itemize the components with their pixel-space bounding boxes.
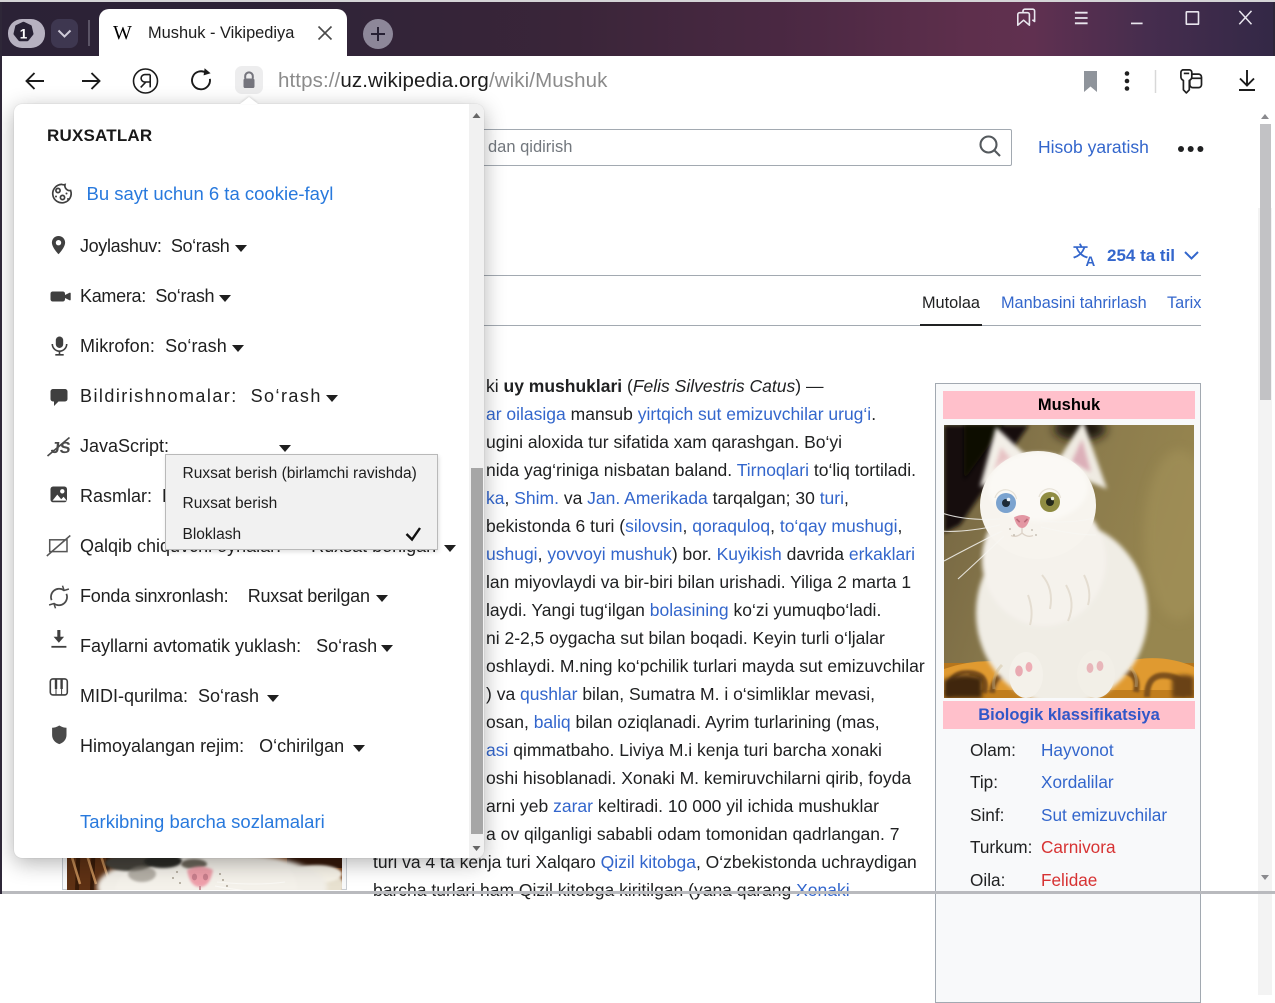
svg-text:A: A bbox=[1086, 254, 1096, 269]
svg-text:JS: JS bbox=[50, 439, 72, 457]
svg-text:1: 1 bbox=[20, 27, 28, 42]
